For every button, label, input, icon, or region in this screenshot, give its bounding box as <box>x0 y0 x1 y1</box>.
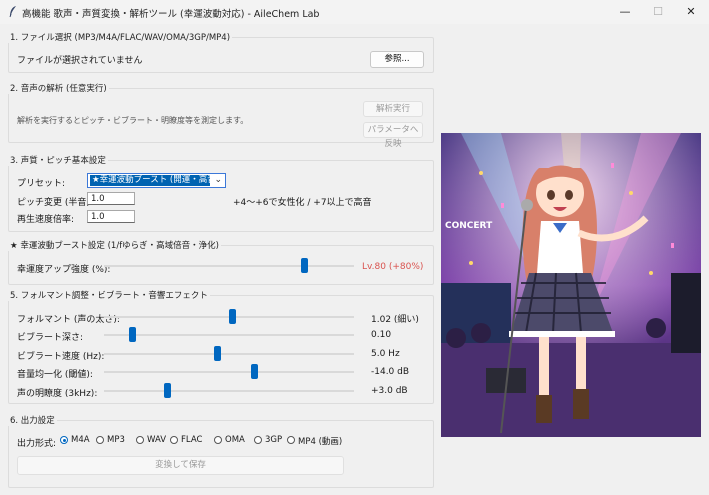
luck-strength-slider[interactable] <box>301 258 308 273</box>
formant-slider-label: ビブラート深さ: <box>17 333 84 343</box>
analysis-description: 解析を実行するとピッチ・ビブラート・明瞭度等を測定します。 <box>17 116 249 125</box>
format-radio-label: WAV <box>147 435 167 445</box>
character-illustration: CONCERT <box>441 133 701 437</box>
formant-slider-label: 声の明瞭度 (3kHz): <box>17 389 98 399</box>
formant-slider-track <box>104 334 354 336</box>
format-radio-label: FLAC <box>181 435 203 445</box>
output-group <box>8 420 434 488</box>
preset-select[interactable]: ★幸運波動ブースト (開運・高音質) ⌄ <box>87 173 226 188</box>
formant-slider-thumb[interactable] <box>251 364 258 379</box>
minimize-icon: — <box>619 5 631 18</box>
chevron-down-icon: ⌄ <box>214 175 222 185</box>
format-radio[interactable] <box>214 436 222 444</box>
format-label: 出力形式: <box>17 439 57 449</box>
file-select-title: 1. ファイル選択 (MP3/M4A/FLAC/WAV/OMA/3GP/MP4) <box>8 31 233 43</box>
formant-slider-thumb[interactable] <box>129 327 136 342</box>
formant-slider-value: +3.0 dB <box>371 386 408 396</box>
formant-slider-track <box>104 390 354 392</box>
output-title: 6. 出力設定 <box>8 414 57 426</box>
maximize-icon: ☐ <box>653 5 663 18</box>
file-status: ファイルが選択されていません <box>17 56 143 66</box>
format-radio-label: MP3 <box>107 435 125 445</box>
format-radio-label: OMA <box>225 435 245 445</box>
basic-settings-title: 3. 声質・ピッチ基本設定 <box>8 154 108 166</box>
formant-slider-thumb[interactable] <box>164 383 171 398</box>
formant-slider-label: ビブラート速度 (Hz): <box>17 352 105 362</box>
formant-slider-value: 5.0 Hz <box>371 349 400 359</box>
preset-selected-value: ★幸運波動ブースト (開運・高音質) <box>90 175 210 186</box>
apply-parameters-button[interactable]: パラメータへ反映 <box>363 122 423 149</box>
format-radio[interactable] <box>136 436 144 444</box>
format-radio[interactable] <box>287 436 295 444</box>
luck-strength-label: 幸運度アップ強度 (%): <box>17 265 111 275</box>
preset-label: プリセット: <box>17 179 66 189</box>
format-radio-label: 3GP <box>265 435 283 445</box>
speed-input[interactable]: 1.0 <box>87 210 135 223</box>
format-radio[interactable] <box>60 436 68 444</box>
formant-slider-thumb[interactable] <box>229 309 236 324</box>
browse-button[interactable]: 参照... <box>370 51 424 68</box>
formant-slider-value: 0.10 <box>371 330 392 340</box>
concert-stage-picture: CONCERT <box>441 133 701 437</box>
title-bar: 高機能 歌声・声質変換・解析ツール (幸運波動対応) - AileChem La… <box>0 0 709 24</box>
format-radio-label: MP4 (動画) <box>298 437 343 447</box>
convert-save-button[interactable]: 変換して保存 <box>17 456 344 475</box>
pitch-hint: +4～+6で女性化 / +7以上で高音 <box>233 198 372 208</box>
formant-slider-value: 1.02 (細い) <box>371 315 419 325</box>
format-radio[interactable] <box>96 436 104 444</box>
formant-slider-track <box>104 371 354 373</box>
concert-sign: CONCERT <box>445 221 493 231</box>
speed-label: 再生速度倍率: <box>17 215 75 225</box>
run-analysis-button[interactable]: 解析実行 <box>363 101 423 117</box>
formant-title: 5. フォルマント調整・ビブラート・音響エフェクト <box>8 289 210 301</box>
formant-slider-track <box>104 353 354 355</box>
formant-slider-label: フォルマント (声の太さ): <box>17 315 120 325</box>
format-radio-label: M4A <box>71 435 90 445</box>
close-icon: ✕ <box>686 5 696 18</box>
luck-strength-value: Lv.80 (+80%) <box>362 262 424 272</box>
pitch-label: ピッチ変更 (半音): <box>17 198 93 208</box>
formant-slider-label: 音量均一化 (閾値): <box>17 370 93 380</box>
luck-strength-track <box>104 265 354 267</box>
formant-slider-thumb[interactable] <box>214 346 221 361</box>
minimize-button[interactable]: — <box>611 3 639 21</box>
format-radio-group: M4A MP3 WAV FLAC OMA 3GP MP4 (動画) <box>60 435 360 447</box>
close-button[interactable]: ✕ <box>677 3 705 21</box>
formant-slider-value: -14.0 dB <box>371 367 410 377</box>
luck-boost-title: ★ 幸運波動ブースト設定 (1/fゆらぎ・高域倍音・浄化) <box>8 239 221 251</box>
analysis-title: 2. 音声の解析 (任意実行) <box>8 82 109 94</box>
maximize-button[interactable]: ☐ <box>644 3 672 21</box>
format-radio[interactable] <box>254 436 262 444</box>
window-title: 高機能 歌声・声質変換・解析ツール (幸運波動対応) - AileChem La… <box>22 9 320 20</box>
pitch-input[interactable]: 1.0 <box>87 192 135 205</box>
format-radio[interactable] <box>170 436 178 444</box>
feather-app-icon <box>9 6 16 18</box>
